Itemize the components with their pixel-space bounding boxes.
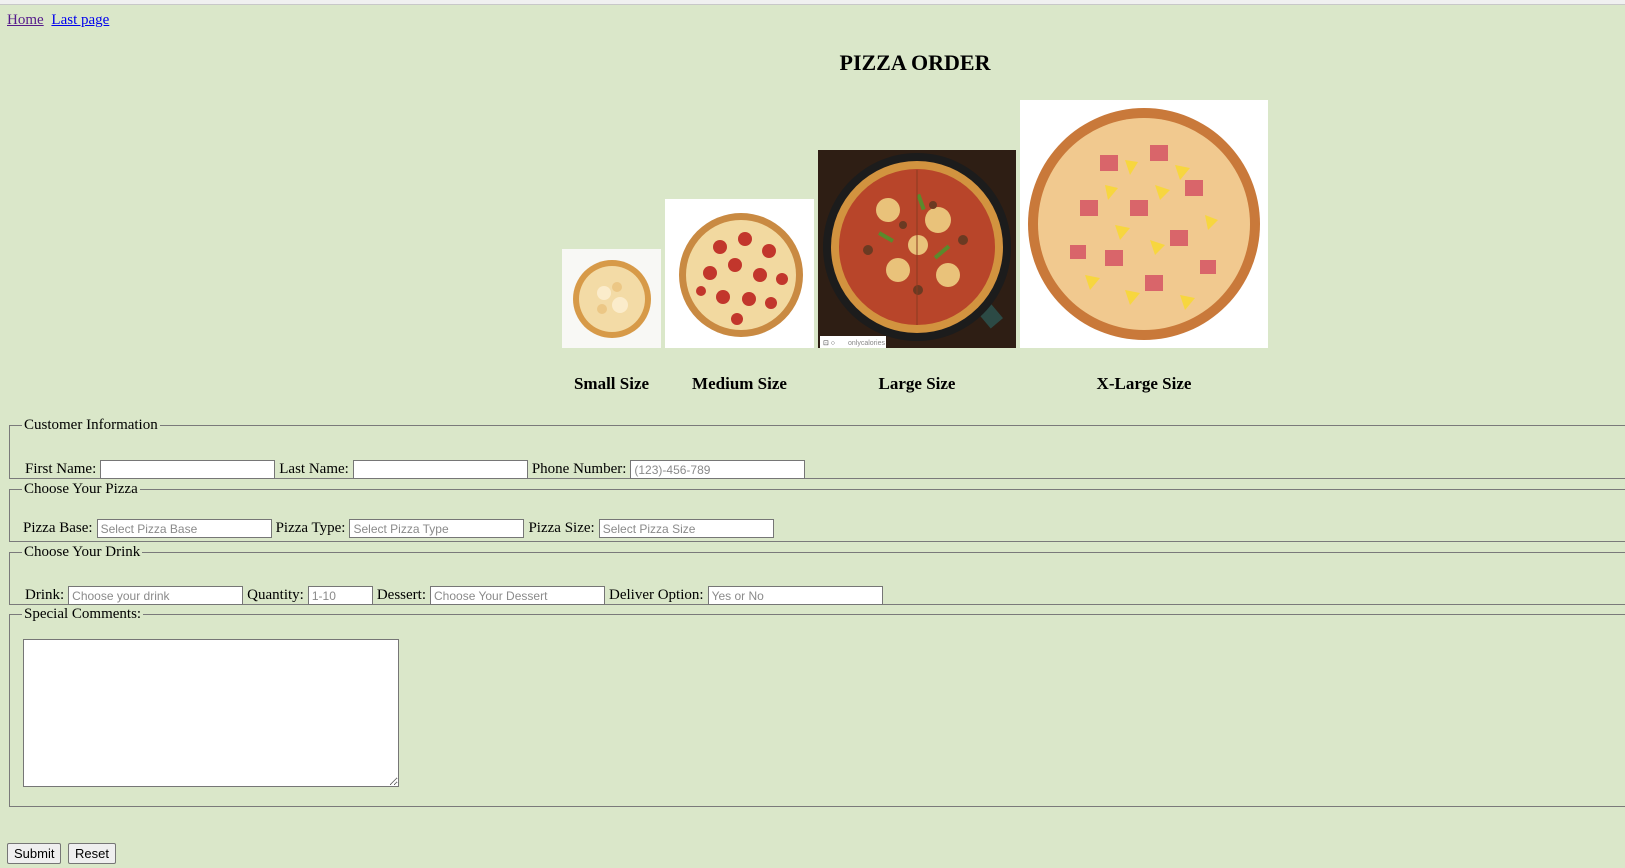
customer-information-legend: Customer Information xyxy=(24,417,158,433)
pizza-size-label: Pizza Size: xyxy=(528,519,595,536)
choose-drink-legend: Choose Your Drink xyxy=(24,544,141,560)
large-pizza-image: onlycalories ⊡ ○ xyxy=(818,150,1016,348)
special-comments-fieldset: Special Comments: xyxy=(9,606,1625,807)
watermark-text: onlycalories xyxy=(848,340,885,347)
last-name-input[interactable] xyxy=(352,460,528,479)
dessert-input[interactable] xyxy=(430,586,605,605)
choose-pizza-legend: Choose Your Pizza xyxy=(24,481,138,497)
first-name-label: First Name: xyxy=(25,460,97,477)
medium-pizza-image xyxy=(665,199,814,348)
supreme-pizza-icon: onlycalories ⊡ ○ xyxy=(820,153,1011,348)
choose-drink-fieldset: Choose Your Drink Drink: Quantity: Dessert… xyxy=(9,544,1625,605)
phone-number-label: Phone Number: xyxy=(531,460,627,477)
svg-text:⊡ ○: ⊡ ○ xyxy=(823,340,835,347)
pizza-size-input[interactable] xyxy=(598,519,774,538)
customer-row: First Name: Last Name: Phone Number: xyxy=(25,460,809,479)
x-large-pizza-image xyxy=(1020,100,1268,348)
drink-input[interactable] xyxy=(68,586,244,605)
special-comments-legend: Special Comments: xyxy=(24,606,142,622)
pizza-row: Pizza Base: Pizza Type: Pizza Size: xyxy=(23,519,778,538)
phone-number-input[interactable] xyxy=(630,460,806,479)
last-name-label: Last Name: xyxy=(279,460,349,477)
browser-top-edge xyxy=(0,0,1625,5)
large-size-label: Large Size xyxy=(878,374,956,393)
customer-information-fieldset: Customer Information First Name: Last Nam… xyxy=(9,417,1625,479)
hawaiian-pizza-icon xyxy=(1028,108,1260,340)
small-pizza-image xyxy=(562,249,661,348)
submit-button[interactable]: Submit xyxy=(7,843,62,864)
pizza-base-input[interactable] xyxy=(96,519,272,538)
page-title: PIZZA ORDER xyxy=(839,50,991,75)
quantity-input[interactable] xyxy=(307,586,373,605)
deliver-option-label: Deliver Option: xyxy=(609,586,704,603)
drink-label: Drink: xyxy=(25,586,65,603)
drink-row: Drink: Quantity: Dessert: Deliver Option: xyxy=(25,586,887,605)
quantity-label: Quantity: xyxy=(247,586,304,603)
first-name-input[interactable] xyxy=(100,460,276,479)
choose-pizza-fieldset: Choose Your Pizza Pizza Base: Pizza Type:… xyxy=(9,481,1625,542)
pizza-type-input[interactable] xyxy=(349,519,525,538)
cheese-pizza-icon xyxy=(573,260,651,338)
medium-size-label: Medium Size xyxy=(692,374,787,393)
home-link[interactable]: Home xyxy=(7,12,44,28)
special-comments-textarea[interactable] xyxy=(23,639,399,787)
pizza-base-label: Pizza Base: xyxy=(23,519,93,536)
pepperoni-pizza-icon xyxy=(679,213,803,337)
reset-button[interactable]: Reset xyxy=(68,843,116,864)
deliver-option-input[interactable] xyxy=(707,586,883,605)
last-page-link[interactable]: Last page xyxy=(51,12,109,28)
small-size-label: Small Size xyxy=(573,374,650,393)
dessert-label: Dessert: xyxy=(376,586,426,603)
x-large-size-label: X-Large Size xyxy=(1096,374,1192,393)
pizza-type-label: Pizza Type: xyxy=(275,519,346,536)
top-nav: Home Last page xyxy=(7,12,113,29)
